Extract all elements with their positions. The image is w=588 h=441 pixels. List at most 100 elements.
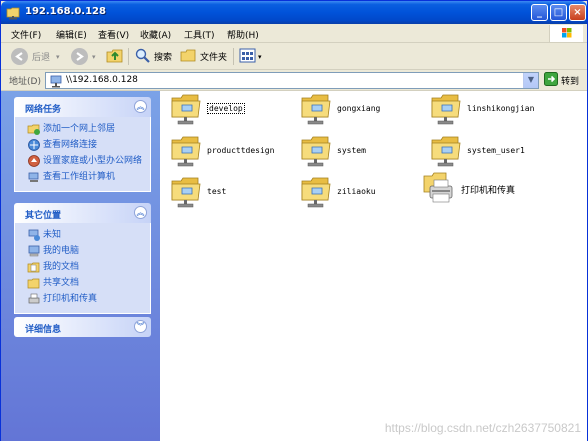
task-setup-home-network[interactable]: 设置家庭或小型办公网络 [15,153,150,169]
views-dropdown-icon[interactable]: ▾ [258,53,262,61]
my-computer-icon [27,244,41,258]
title-bar[interactable]: 192.168.0.128 _ □ × [1,1,587,24]
network-folder-icon [6,5,21,20]
search-icon [134,47,151,67]
other-places-title: 其它位置 [25,211,62,221]
printers-folder-icon [422,170,458,208]
views-grid-icon [239,47,258,67]
file-item-gongxiang[interactable]: gongxiang [298,87,380,129]
folders-button[interactable]: 文件夹 [180,47,227,66]
network-connections-icon [27,138,41,152]
menu-file[interactable]: 文件(F) [11,28,41,41]
place-shared-documents[interactable]: 共享文档 [15,275,150,291]
file-name: test [207,186,227,196]
workgroup-computers-icon [27,170,41,184]
file-list-view[interactable]: develop gongxiang linshikongjian product… [160,91,587,441]
menu-view[interactable]: 查看(V) [98,28,129,41]
details-header[interactable]: 详细信息 ︾ [14,317,151,337]
close-button[interactable]: × [569,4,586,21]
file-name: gongxiang [337,103,381,113]
shared-folder-icon [168,172,204,210]
task-view-network-connections[interactable]: 查看网络连接 [15,137,150,153]
up-button[interactable] [105,47,125,66]
other-places-panel: 其它位置 ︽ 未知 我的电脑 我的文档 共享文档 打印机和传真 [14,203,151,314]
shared-folder-icon [298,131,334,169]
minimize-button[interactable]: _ [531,4,548,21]
details-panel: 详细信息 ︾ [14,317,151,337]
file-item-linshikongjian[interactable]: linshikongjian [428,87,534,129]
shared-folder-icon [428,131,464,169]
toolbar: 后退 ▾ ▾ 搜索 文件夹 ▾ [1,43,587,70]
folders-icon [180,47,197,67]
menu-help[interactable]: 帮助(H) [227,28,259,41]
file-name: system [337,145,366,155]
task-pane: 网络任务 ︽ 添加一个网上邻居 查看网络连接 设置家庭或小型办公网络 查看工作组… [1,91,160,441]
collapse-chevron-icon[interactable]: ︽ [134,206,147,219]
file-name: producttdesign [207,145,275,155]
file-name: 打印机和传真 [461,185,516,196]
address-dropdown-icon[interactable]: ▼ [523,73,538,88]
back-dropdown-icon[interactable]: ▾ [56,53,60,61]
shared-folder-icon [27,276,41,290]
maximize-button[interactable]: □ [550,4,567,21]
search-button[interactable]: 搜索 [134,47,172,66]
network-drive-icon [49,74,63,91]
shared-folder-icon [168,89,204,127]
shared-folder-icon [428,89,464,127]
file-name: ziliaoku [337,186,376,196]
back-button[interactable]: 后退 ▾ [11,47,60,66]
menu-tools[interactable]: 工具(T) [184,28,215,41]
file-item-system[interactable]: system [298,129,366,171]
network-globe-icon [27,228,41,242]
forward-arrow-icon [71,48,88,65]
file-item-ziliaoku[interactable]: ziliaoku [298,170,376,212]
go-button[interactable]: 转到 [544,72,580,89]
folders-label: 文件夹 [200,53,228,63]
menu-bar: 文件(F) 编辑(E) 查看(V) 收藏(A) 工具(T) 帮助(H) [1,24,587,43]
home-network-icon [27,154,41,168]
task-view-workgroup[interactable]: 查看工作组计算机 [15,169,150,185]
folder-up-icon [105,46,125,68]
place-printers-faxes[interactable]: 打印机和传真 [15,291,150,307]
file-item-develop[interactable]: develop [168,87,245,129]
file-name: linshikongjian [467,103,535,113]
other-places-header[interactable]: 其它位置 ︽ [14,203,151,223]
task-add-network-place[interactable]: 添加一个网上邻居 [15,121,150,137]
file-item-producttdesign[interactable]: producttdesign [168,129,274,171]
file-item-printers[interactable]: 打印机和传真 [422,168,515,210]
window-title: 192.168.0.128 [25,6,106,17]
place-my-documents[interactable]: 我的文档 [15,259,150,275]
network-tasks-title: 网络任务 [25,105,62,115]
address-value: \\192.168.0.128 [66,75,138,85]
search-label: 搜索 [154,53,173,63]
address-label: 地址(D) [9,77,41,87]
back-label: 后退 [32,53,51,63]
collapse-chevron-icon[interactable]: ︽ [134,100,147,113]
watermark: https://blog.csdn.net/czh2637750821 [384,421,581,435]
menu-favorites[interactable]: 收藏(A) [140,28,171,41]
views-button[interactable]: ▾ [239,47,262,66]
file-item-test[interactable]: test [168,170,226,212]
file-name: system_user1 [467,145,525,155]
details-title: 详细信息 [25,325,62,335]
go-label: 转到 [561,77,580,87]
place-my-computer[interactable]: 我的电脑 [15,243,150,259]
explorer-window: 192.168.0.128 _ □ × 文件(F) 编辑(E) 查看(V) 收藏… [0,0,588,441]
shared-folder-icon [298,89,334,127]
network-tasks-header[interactable]: 网络任务 ︽ [14,97,151,117]
my-documents-icon [27,260,41,274]
menu-edit[interactable]: 编辑(E) [56,28,87,41]
place-unknown[interactable]: 未知 [15,227,150,243]
file-item-system-user1[interactable]: system_user1 [428,129,525,171]
network-tasks-panel: 网络任务 ︽ 添加一个网上邻居 查看网络连接 设置家庭或小型办公网络 查看工作组… [14,97,151,192]
forward-button[interactable]: ▾ [71,47,96,66]
file-name: develop [207,102,245,114]
shared-folder-icon [298,172,334,210]
back-arrow-icon [11,48,28,65]
add-network-place-icon [27,122,41,136]
shared-folder-icon [168,131,204,169]
forward-dropdown-icon[interactable]: ▾ [92,53,96,61]
go-arrow-icon [544,72,558,89]
printer-icon [27,292,41,306]
expand-chevron-icon[interactable]: ︾ [134,320,147,333]
